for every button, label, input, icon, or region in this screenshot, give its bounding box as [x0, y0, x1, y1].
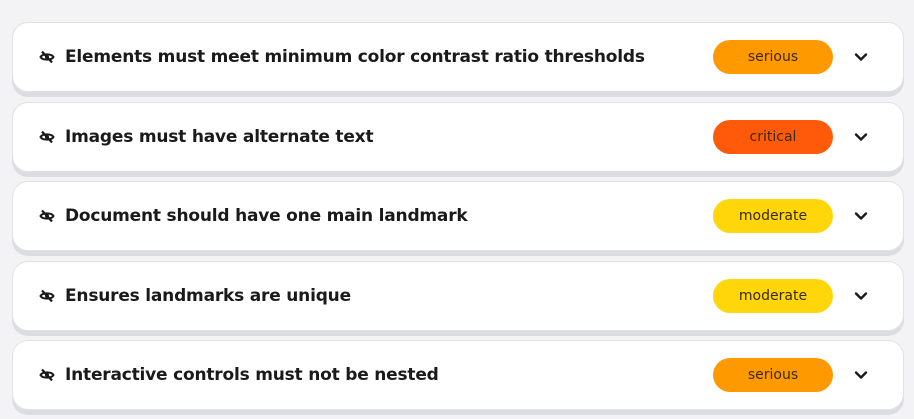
eye-off-icon [39, 208, 55, 224]
severity-badge: serious [713, 40, 833, 74]
severity-badge: moderate [713, 199, 833, 233]
eye-off-icon [39, 288, 55, 304]
chevron-down-icon[interactable] [853, 208, 869, 224]
issue-title: Ensures landmarks are unique [65, 285, 351, 306]
issue-title: Document should have one main landmark [65, 206, 468, 226]
issue-card[interactable]: Ensures landmarks are unique moderate [12, 260, 904, 331]
chevron-down-icon[interactable] [853, 367, 869, 383]
issue-card[interactable]: Interactive controls must not be nested s… [12, 340, 904, 410]
issue-title: Images must have alternate text [65, 126, 374, 147]
chevron-down-icon[interactable] [853, 288, 869, 304]
eye-off-icon [39, 49, 55, 65]
chevron-down-icon[interactable] [853, 49, 869, 65]
issue-card[interactable]: Document should have one main landmark mo… [12, 181, 904, 251]
eye-off-icon [39, 367, 55, 383]
issue-title: Elements must meet minimum color contras… [65, 47, 645, 67]
issue-list: Elements must meet minimum color contras… [12, 22, 904, 419]
issue-card[interactable]: Elements must meet minimum color contras… [12, 22, 904, 92]
issue-title: Interactive controls must not be nested [65, 365, 439, 385]
chevron-down-icon[interactable] [853, 129, 869, 145]
severity-badge: moderate [713, 278, 833, 313]
severity-badge: critical [713, 119, 833, 154]
severity-badge: serious [713, 358, 833, 392]
issue-card[interactable]: Images must have alternate text critical [12, 101, 904, 172]
eye-off-icon [39, 129, 55, 145]
